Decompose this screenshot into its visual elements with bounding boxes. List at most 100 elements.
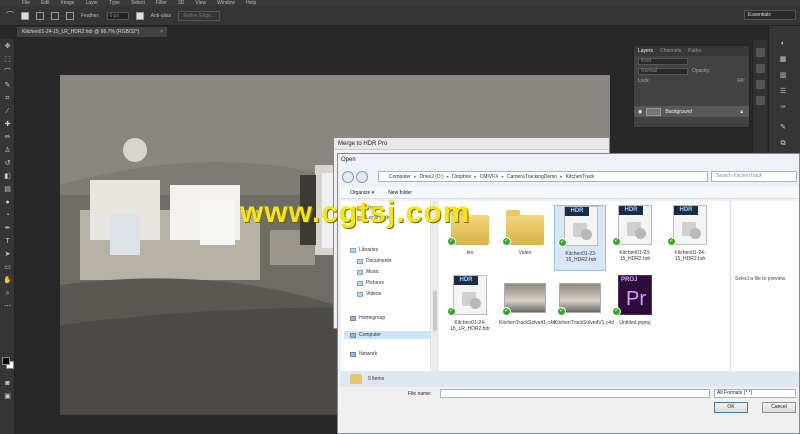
organize-button[interactable]: Organize ▾ [350, 190, 374, 196]
file-item[interactable]: ✓ KitchenTrackSolvedV1.c4d [554, 275, 614, 341]
antialias-checkbox[interactable] [135, 11, 144, 20]
cancel-button[interactable]: Cancel [762, 402, 796, 413]
file-name-input[interactable] [440, 389, 710, 398]
file-item[interactable]: PROJ Pr ✓ Untitled.prproj [609, 275, 661, 341]
file-name: Untitled.prproj [619, 320, 651, 326]
breadcrumb-separator-icon[interactable]: ▸ [501, 174, 504, 180]
hand-tool-icon[interactable]: ✋ [3, 276, 12, 285]
quick-select-tool-icon[interactable]: ✎ [3, 81, 12, 90]
nav-item-label: Network [359, 351, 378, 357]
back-button[interactable] [342, 171, 354, 183]
breadcrumb-item[interactable]: CameraTrackingDemo [507, 174, 557, 180]
brush-tool-icon[interactable]: ✏ [3, 133, 12, 142]
file-item[interactable]: HDR ✓ Kitchen01-23-15_HDR2.hdr [609, 205, 661, 271]
gradient-tool-icon[interactable]: ▤ [3, 185, 12, 194]
new-selection-icon[interactable] [21, 11, 29, 20]
lasso-tool-icon[interactable]: ⌒ [3, 68, 12, 77]
paths-panel-icon[interactable]: ✑ [776, 104, 790, 112]
sync-check-icon: ✓ [667, 237, 676, 246]
intersect-selection-icon[interactable] [66, 11, 74, 20]
healing-tool-icon[interactable]: ✚ [3, 120, 12, 129]
breadcrumb-separator-icon[interactable]: ▸ [474, 174, 477, 180]
file-item[interactable]: HDR ✓ Kitchen01-24-15_HDR2.hdr [664, 205, 716, 271]
subtract-selection-icon[interactable] [51, 11, 59, 20]
file-type-filter[interactable]: All Formats (*.*) [714, 389, 796, 398]
color-swatches[interactable] [2, 357, 14, 369]
marquee-tool-icon[interactable]: ⬚ [3, 55, 12, 64]
lock-icon: 🔒︎ [740, 108, 743, 115]
scrollbar-thumb[interactable] [433, 291, 437, 331]
color-panel-icon[interactable]: ◐ [776, 40, 790, 48]
libraries-panel-icon[interactable]: ▥ [776, 72, 790, 80]
styles-panel-icon[interactable] [756, 96, 765, 105]
tab-channels[interactable]: Channels [660, 46, 681, 56]
sync-check-icon: ✓ [502, 307, 511, 316]
ok-button[interactable]: OK [714, 402, 748, 413]
close-tab-icon[interactable]: × [160, 27, 163, 37]
type-tool-icon[interactable]: T [3, 237, 12, 246]
move-tool-icon[interactable]: ✥ [3, 42, 12, 51]
path-select-tool-icon[interactable]: ➤ [3, 250, 12, 259]
brush-panel-icon[interactable]: ✎ [776, 124, 790, 132]
workspace-select[interactable]: Essentials [744, 10, 796, 20]
breadcrumb-item[interactable]: Drive2 (D:) [419, 174, 443, 180]
nav-item-pictures[interactable]: Pictures [357, 280, 384, 286]
shape-tool-icon[interactable]: ▭ [3, 263, 12, 272]
blend-mode-select[interactable]: Normal [638, 67, 688, 75]
breadcrumb-item[interactable]: Dropbox [452, 174, 471, 180]
file-item[interactable]: ✓ KitchenTrackSolved1.c4d [499, 275, 556, 341]
breadcrumb[interactable]: Computer ▸ Drive2 (D:) ▸ Dropbox ▸ CMIVFX ▸ Came… [378, 171, 708, 182]
hdr-file-icon: HDR ✓ [447, 275, 491, 317]
nav-item-videos[interactable]: Videos [357, 291, 381, 297]
nav-item-computer[interactable]: Computer [344, 331, 430, 339]
history-brush-icon[interactable]: ↺ [3, 159, 12, 168]
dodge-tool-icon[interactable]: ◔ [3, 211, 12, 220]
adjustments-panel-icon[interactable] [756, 80, 765, 89]
layer-kind-filter[interactable]: Kind [638, 57, 688, 65]
tab-paths[interactable]: Paths [688, 46, 701, 56]
properties-panel-icon[interactable] [756, 64, 765, 73]
feather-input[interactable]: 0 px [106, 11, 129, 20]
quick-mask-icon[interactable]: ◙ [3, 379, 12, 388]
blur-tool-icon[interactable]: ● [3, 198, 12, 207]
breadcrumb-item[interactable]: CMIVFX [480, 174, 499, 180]
tab-layers[interactable]: Layers [638, 46, 653, 56]
nav-item-label: Homegroup [359, 315, 386, 321]
file-item[interactable]: HDR ✓ Kitchen01-24-15_LR_HDR2.hdr [444, 275, 496, 341]
more-tools-icon[interactable]: ⋯ [3, 302, 12, 311]
new-folder-button[interactable]: New folder [388, 190, 412, 196]
nav-item-libraries[interactable]: Libraries [350, 247, 378, 253]
history-panel-icon[interactable] [756, 48, 765, 57]
swatches-panel-icon[interactable]: ▦ [776, 56, 790, 64]
watermark-text: www.cgtsj.com [240, 196, 471, 229]
breadcrumb-separator-icon[interactable]: ▸ [414, 174, 417, 180]
pen-tool-icon[interactable]: ✒ [3, 224, 12, 233]
refine-edge-button[interactable]: Refine Edge... [178, 10, 221, 21]
lasso-icon[interactable]: ⌒ [6, 10, 14, 21]
layer-row-background[interactable]: ◉ Background 🔒︎ [634, 106, 749, 117]
document-tab[interactable]: Kitchen01-24-15_LR_HDR2.hdr @ 66.7% (RGB… [17, 27, 167, 37]
foreground-color-swatch[interactable] [2, 357, 10, 365]
breadcrumb-item[interactable]: KitchenTrack [566, 174, 595, 180]
forward-button[interactable] [356, 171, 368, 183]
channels-panel-icon[interactable]: ☰ [776, 88, 790, 96]
search-input[interactable]: Search KitchenTrack [711, 171, 797, 182]
file-item[interactable]: HDR ✓ Kitchen01-23-15_HDR2.hdr [554, 205, 606, 271]
breadcrumb-separator-icon[interactable]: ▸ [560, 174, 563, 180]
eyedropper-tool-icon[interactable]: ⁄ [3, 107, 12, 116]
nav-item-music[interactable]: Music [357, 269, 379, 275]
nav-item-documents[interactable]: Documents [357, 258, 391, 264]
breadcrumb-item[interactable]: Computer [389, 174, 411, 180]
eraser-tool-icon[interactable]: ◧ [3, 172, 12, 181]
add-selection-icon[interactable] [36, 11, 44, 20]
clone-source-icon[interactable]: ⧉ [776, 140, 790, 148]
zoom-tool-icon[interactable]: ⌕ [3, 289, 12, 298]
nav-item-network[interactable]: Network [350, 351, 377, 357]
crop-tool-icon[interactable]: ⌗ [3, 94, 12, 103]
nav-item-homegroup[interactable]: Homegroup [350, 315, 385, 321]
visibility-eye-icon[interactable]: ◉ [638, 109, 642, 115]
screen-mode-icon[interactable]: ▣ [3, 392, 12, 401]
stamp-tool-icon[interactable]: ♙ [3, 146, 12, 155]
file-item[interactable]: ✓ Video [499, 205, 551, 271]
breadcrumb-separator-icon[interactable]: ▸ [447, 174, 450, 180]
